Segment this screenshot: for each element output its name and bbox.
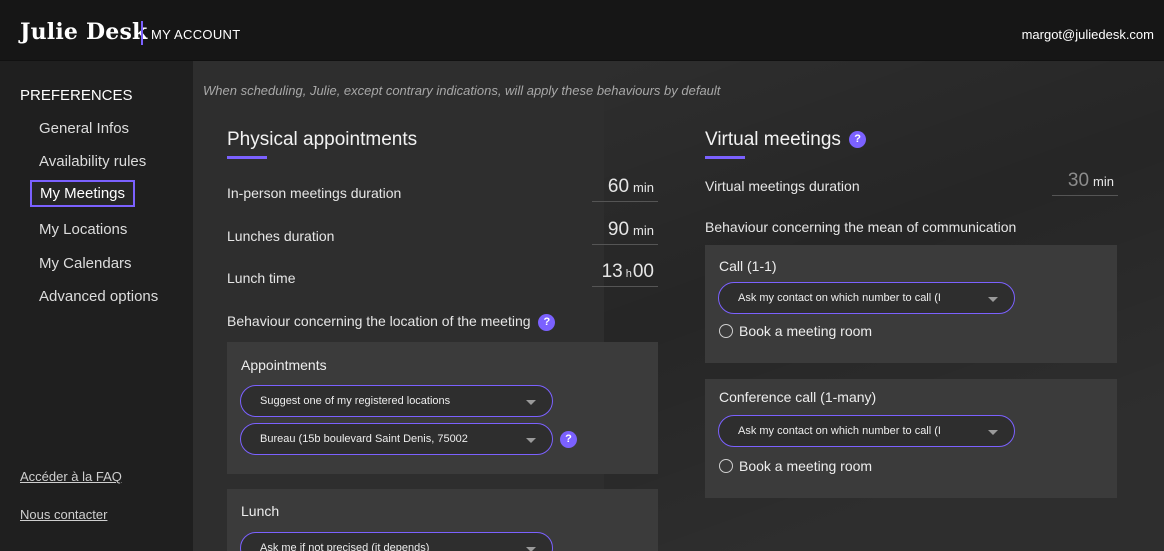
- sidebar-item-general-infos[interactable]: General Infos: [39, 120, 129, 137]
- lunch-behaviour-select-value: Ask me if not precised (it depends): [260, 542, 430, 551]
- chevron-down-icon: [526, 438, 536, 443]
- radio-circle-icon: [719, 459, 733, 473]
- chevron-down-icon: [526, 547, 536, 551]
- call-panel: Call (1-1) Ask my contact on which numbe…: [705, 245, 1117, 363]
- virtual-title-underline: [705, 156, 745, 159]
- call-book-room-radio[interactable]: Book a meeting room: [719, 323, 872, 339]
- lunch-time-field[interactable]: 13 h00: [592, 261, 658, 287]
- communication-behaviour-label: Behaviour concerning the mean of communi…: [705, 219, 1017, 235]
- address-help-icon[interactable]: ?: [560, 431, 577, 448]
- conference-book-room-label: Book a meeting room: [739, 458, 873, 474]
- chevron-down-icon: [526, 400, 536, 405]
- conference-behaviour-select-value: Ask my contact on which number to call (…: [738, 425, 941, 437]
- sidebar-heading: PREFERENCES: [20, 87, 133, 104]
- page-section-title: MY ACCOUNT: [151, 27, 241, 42]
- main-content: When scheduling, Julie, except contrary …: [193, 61, 1164, 551]
- lunch-duration-field[interactable]: 90 min: [592, 219, 658, 245]
- appointments-location-select-value: Suggest one of my registered locations: [260, 395, 451, 407]
- brand-divider: [141, 21, 143, 45]
- conference-book-room-radio[interactable]: Book a meeting room: [719, 458, 872, 474]
- virtual-meetings-title-text: Virtual meetings: [705, 129, 841, 150]
- call-behaviour-select-value: Ask my contact on which number to call (…: [738, 292, 941, 304]
- intro-text: When scheduling, Julie, except contrary …: [203, 83, 721, 98]
- lunch-duration-label: Lunches duration: [227, 228, 335, 244]
- conference-panel: Conference call (1-many) Ask my contact …: [705, 379, 1117, 498]
- chevron-down-icon: [988, 430, 998, 435]
- radio-circle-icon: [719, 324, 733, 338]
- location-help-icon[interactable]: ?: [538, 313, 556, 331]
- conference-title: Conference call (1-many): [719, 389, 877, 405]
- location-behaviour-label: Behaviour concerning the location of the…: [227, 313, 556, 331]
- lunch-time-separator: h: [625, 268, 632, 280]
- virtual-duration-label: Virtual meetings duration: [705, 178, 860, 194]
- call-book-room-label: Book a meeting room: [739, 323, 873, 339]
- appointments-title: Appointments: [241, 357, 327, 373]
- lunch-title: Lunch: [241, 503, 280, 519]
- account-email[interactable]: margot@juliedesk.com: [1022, 27, 1154, 42]
- appointments-address-select[interactable]: Bureau (15b boulevard Saint Denis, 75002: [240, 423, 553, 455]
- sidebar-item-my-calendars[interactable]: My Calendars: [39, 255, 132, 272]
- physical-title-underline: [227, 156, 267, 159]
- inperson-duration-field[interactable]: 60 min: [592, 176, 658, 202]
- virtual-duration-field[interactable]: 30 min: [1052, 170, 1118, 196]
- faq-link[interactable]: Accéder à la FAQ: [20, 469, 122, 484]
- conference-behaviour-select[interactable]: Ask my contact on which number to call (…: [718, 415, 1015, 447]
- lunch-time-minutes: 00: [632, 261, 654, 282]
- sidebar-item-my-locations[interactable]: My Locations: [39, 221, 127, 238]
- call-title: Call (1-1): [719, 258, 777, 274]
- call-behaviour-select[interactable]: Ask my contact on which number to call (…: [718, 282, 1015, 314]
- sidebar-item-advanced-options[interactable]: Advanced options: [39, 288, 158, 305]
- location-behaviour-text: Behaviour concerning the location of the…: [227, 313, 531, 329]
- top-bar: Julie Desk MY ACCOUNT margot@juliedesk.c…: [0, 0, 1164, 61]
- appointments-panel: Appointments Suggest one of my registere…: [227, 342, 658, 474]
- virtual-duration-value: 30: [1067, 170, 1090, 191]
- virtual-help-icon[interactable]: ?: [849, 131, 867, 149]
- sidebar-item-availability-rules[interactable]: Availability rules: [39, 153, 146, 170]
- brand-logo[interactable]: Julie Desk: [20, 19, 147, 45]
- lunch-duration-unit: min: [633, 223, 654, 238]
- contact-link[interactable]: Nous contacter: [20, 507, 107, 522]
- inperson-duration-label: In-person meetings duration: [227, 185, 402, 201]
- appointments-address-select-value: Bureau (15b boulevard Saint Denis, 75002: [260, 433, 468, 445]
- lunch-panel: Lunch Ask me if not precised (it depends…: [227, 489, 658, 551]
- appointments-location-select[interactable]: Suggest one of my registered locations: [240, 385, 553, 417]
- sidebar: PREFERENCES General Infos Availability r…: [0, 61, 193, 551]
- physical-appointments-title: Physical appointments: [227, 129, 418, 150]
- virtual-duration-unit: min: [1093, 174, 1114, 189]
- inperson-duration-unit: min: [633, 180, 654, 195]
- inperson-duration-value: 60: [607, 176, 630, 197]
- chevron-down-icon: [988, 297, 998, 302]
- virtual-meetings-title: Virtual meetings ?: [705, 129, 867, 151]
- lunch-time-label: Lunch time: [227, 270, 296, 286]
- lunch-behaviour-select[interactable]: Ask me if not precised (it depends): [240, 532, 553, 551]
- lunch-time-hour: 13: [601, 261, 623, 282]
- lunch-duration-value: 90: [607, 219, 630, 240]
- sidebar-item-my-meetings[interactable]: My Meetings: [30, 180, 136, 207]
